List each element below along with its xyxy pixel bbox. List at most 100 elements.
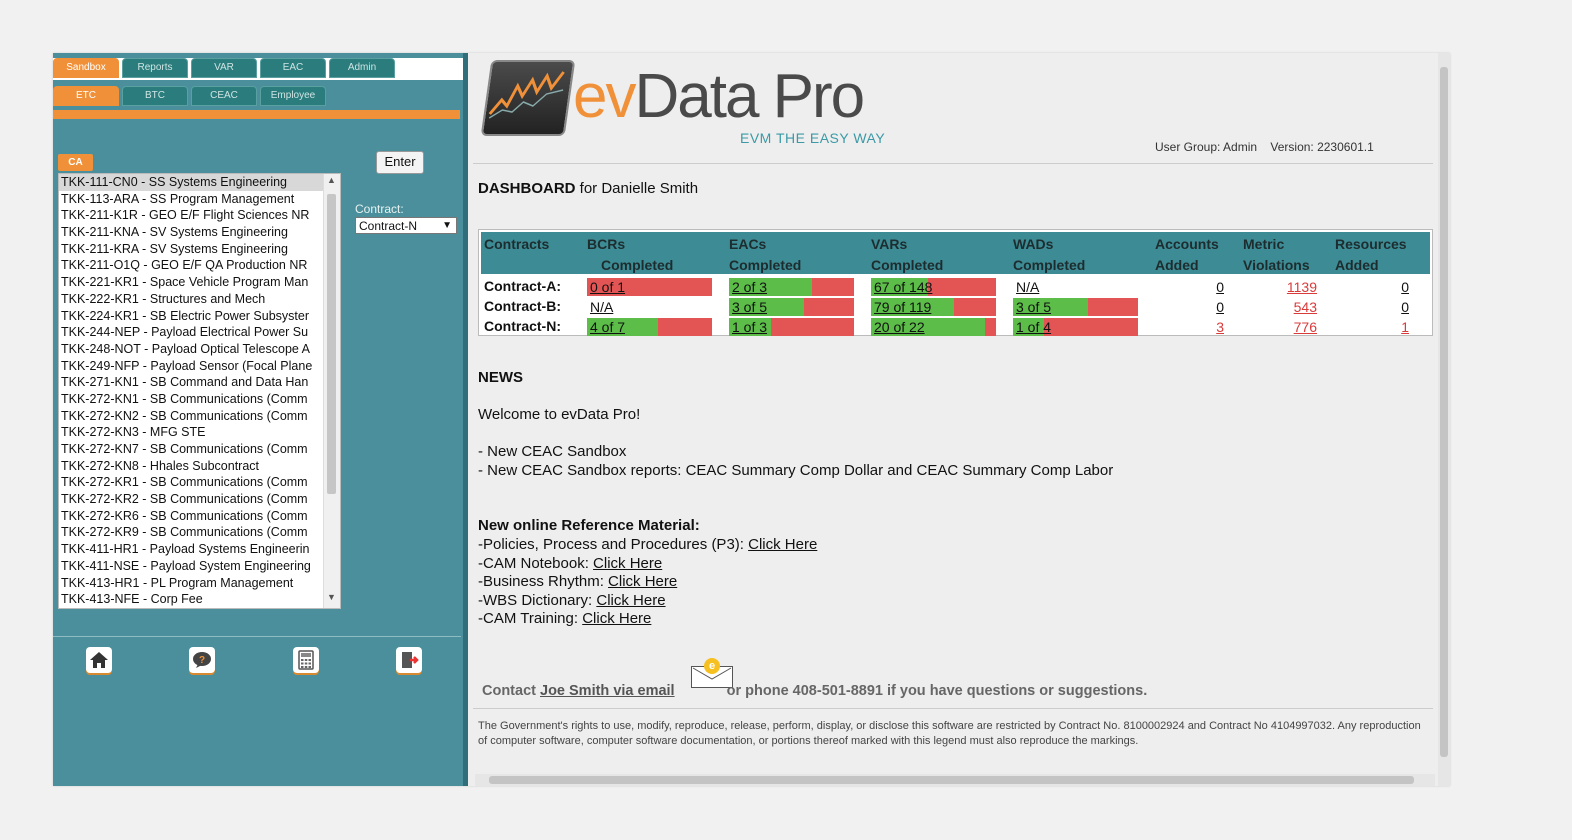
ca-list-item[interactable]: TKK-272-KN2 - SB Communications (Comm xyxy=(59,408,323,425)
ca-scrollbar[interactable]: ▲ ▼ xyxy=(323,174,340,608)
scroll-down-icon[interactable]: ▼ xyxy=(327,592,336,602)
ca-list-item[interactable]: TKK-244-NEP - Payload Electrical Power S… xyxy=(59,324,323,341)
ca-list-item[interactable]: TKK-222-KR1 - Structures and Mech xyxy=(59,291,323,308)
logo-chart-icon xyxy=(480,60,576,136)
vertical-scroll-thumb[interactable] xyxy=(1440,67,1448,757)
ca-list-item[interactable]: TKK-413-HR1 - PL Program Management xyxy=(59,575,323,592)
app-window: Sandbox Reports VAR EAC Admin ETC BTC CE… xyxy=(53,53,1450,786)
progress-remaining-bar xyxy=(927,278,996,296)
vars-link[interactable]: 20 of 22 xyxy=(874,318,925,336)
user-info: User Group: Admin Version: 2230601.1 xyxy=(1155,140,1374,154)
reference-item: -WBS Dictionary: Click Here xyxy=(478,592,666,609)
eacs-link[interactable]: 1 of 3 xyxy=(732,318,767,336)
bcrs-link[interactable]: 4 of 7 xyxy=(590,318,625,336)
resources-value[interactable]: 0 xyxy=(1369,279,1409,295)
tab-etc[interactable]: ETC xyxy=(53,86,119,106)
click-here-link[interactable]: Click Here xyxy=(608,573,677,590)
ca-list-item[interactable]: TKK-211-K1R - GEO E/F Flight Sciences NR xyxy=(59,207,323,224)
ca-list-item[interactable]: TKK-413-NFE - Corp Fee xyxy=(59,591,323,608)
ca-list-item[interactable]: TKK-211-KRA - SV Systems Engineering xyxy=(59,241,323,258)
row-label: Contract-A: xyxy=(484,278,561,294)
ca-list-item[interactable]: TKK-272-KN1 - SB Communications (Comm xyxy=(59,391,323,408)
logout-icon[interactable] xyxy=(396,647,422,673)
ca-list-item[interactable]: TKK-224-KR1 - SB Electric Power Subsyste… xyxy=(59,308,323,325)
ca-list-item[interactable]: TKK-411-NSE - Payload System Engineering xyxy=(59,558,323,575)
bcrs-link[interactable]: 0 of 1 xyxy=(590,278,625,296)
ca-list-item[interactable]: TKK-211-O1Q - GEO E/F QA Production NR xyxy=(59,257,323,274)
metric-value[interactable]: 1139 xyxy=(1277,279,1317,295)
ca-list-item[interactable]: TKK-249-NFP - Payload Sensor (Focal Plan… xyxy=(59,358,323,375)
ca-list-item[interactable]: TKK-272-KR6 - SB Communications (Comm xyxy=(59,508,323,525)
ca-list-item[interactable]: TKK-272-KR9 - SB Communications (Comm xyxy=(59,524,323,541)
enter-button[interactable]: Enter xyxy=(376,151,424,174)
metric-value[interactable]: 543 xyxy=(1277,299,1317,315)
th-eacs: EACs Completed xyxy=(729,234,801,276)
vars-link[interactable]: 67 of 148 xyxy=(874,278,932,296)
ca-label: CA xyxy=(58,154,93,171)
eacs-link[interactable]: 2 of 3 xyxy=(732,278,767,296)
ca-listbox[interactable]: TKK-111-CN0 - SS Systems Engineering TKK-… xyxy=(58,173,341,609)
click-here-link[interactable]: Click Here xyxy=(748,536,817,553)
scroll-up-icon[interactable]: ▲ xyxy=(327,175,336,185)
tab-btc[interactable]: BTC xyxy=(122,86,188,106)
click-here-link[interactable]: Click Here xyxy=(596,592,665,609)
ca-items: TKK-111-CN0 - SS Systems Engineering TKK-… xyxy=(59,174,340,608)
tab-admin[interactable]: Admin xyxy=(329,58,395,78)
email-link[interactable]: Joe Smith via email xyxy=(540,683,675,699)
main-horizontal-scrollbar[interactable] xyxy=(475,774,1435,786)
ca-list-item[interactable]: TKK-221-KR1 - Space Vehicle Program Man xyxy=(59,274,323,291)
ca-scroll-thumb[interactable] xyxy=(327,194,336,494)
ca-list-item[interactable]: TKK-211-KNA - SV Systems Engineering xyxy=(59,224,323,241)
contract-select[interactable]: Contract-N ▼ xyxy=(355,217,457,234)
footer-divider xyxy=(473,708,1433,709)
eacs-link[interactable]: 3 of 5 xyxy=(732,298,767,316)
ca-list-item[interactable]: TKK-411-HR1 - Payload Systems Engineerin xyxy=(59,541,323,558)
ca-list-item[interactable]: TKK-272-KN7 - SB Communications (Comm xyxy=(59,441,323,458)
vars-link[interactable]: 79 of 119 xyxy=(874,298,931,316)
th-wads: WADs Completed xyxy=(1013,234,1085,276)
progress-remaining-bar xyxy=(804,298,854,316)
tab-sandbox[interactable]: Sandbox xyxy=(53,58,119,78)
table-header: Contracts BCRs Completed EACs Completed VA… xyxy=(481,232,1430,274)
horizontal-scroll-thumb[interactable] xyxy=(489,776,1414,784)
tab-employee[interactable]: Employee xyxy=(260,86,326,106)
wads-link[interactable]: N/A xyxy=(1016,278,1039,296)
bcrs-link[interactable]: N/A xyxy=(590,298,613,316)
version: Version: 2230601.1 xyxy=(1270,140,1374,154)
ca-list-item[interactable]: TKK-113-ARA - SS Program Management xyxy=(59,191,323,208)
ca-list-item[interactable]: TKK-271-KN1 - SB Command and Data Han xyxy=(59,374,323,391)
reference-label: -CAM Training: xyxy=(478,610,583,628)
click-here-link[interactable]: Click Here xyxy=(593,555,662,572)
resources-value[interactable]: 0 xyxy=(1369,299,1409,315)
accounts-value[interactable]: 0 xyxy=(1184,299,1224,315)
help-icon[interactable]: ? xyxy=(189,647,215,673)
ev-coin-icon: e xyxy=(704,658,720,674)
ca-list-item[interactable]: TKK-111-CN0 - SS Systems Engineering xyxy=(59,174,323,191)
th-eacs-1: EACs xyxy=(729,236,767,252)
wads-link[interactable]: 3 of 5 xyxy=(1016,298,1051,316)
main-vertical-scrollbar[interactable] xyxy=(1438,53,1450,786)
tab-eac[interactable]: EAC xyxy=(260,58,326,78)
tab-reports[interactable]: Reports xyxy=(122,58,188,78)
home-icon[interactable] xyxy=(86,647,112,673)
th-resources-1: Resources xyxy=(1335,236,1407,252)
bcrs-cell: N/A xyxy=(587,298,712,316)
ca-list-item[interactable]: TKK-272-KR1 - SB Communications (Comm xyxy=(59,474,323,491)
accounts-value[interactable]: 3 xyxy=(1184,319,1224,335)
progress-remaining-bar xyxy=(984,318,996,336)
tab-ceac[interactable]: CEAC xyxy=(191,86,257,106)
ca-list-item[interactable]: TKK-272-KN3 - MFG STE xyxy=(59,424,323,441)
ca-list-item[interactable]: TKK-272-KR2 - SB Communications (Comm xyxy=(59,491,323,508)
resources-value[interactable]: 1 xyxy=(1369,319,1409,335)
th-accounts-1: Accounts xyxy=(1155,236,1219,252)
metric-value[interactable]: 776 xyxy=(1277,319,1317,335)
accounts-value[interactable]: 0 xyxy=(1184,279,1224,295)
tab-var[interactable]: VAR xyxy=(191,58,257,78)
ca-list-item[interactable]: TKK-272-KN8 - Hhales Subcontract xyxy=(59,458,323,475)
contract-label: Contract: xyxy=(355,202,404,216)
click-here-link[interactable]: Click Here xyxy=(582,610,651,627)
ca-list-item[interactable]: TKK-248-NOT - Payload Optical Telescope … xyxy=(59,341,323,358)
calculator-icon[interactable] xyxy=(293,647,319,673)
vars-cell: 67 of 148 xyxy=(871,278,996,296)
wads-link[interactable]: 1 of 4 xyxy=(1016,318,1051,336)
